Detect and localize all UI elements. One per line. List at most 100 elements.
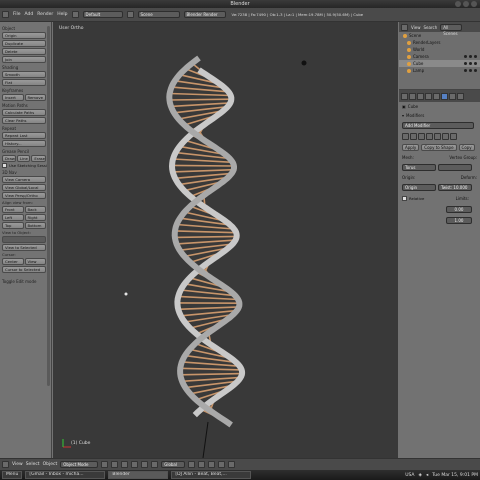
outliner-view-menu[interactable]: View (411, 25, 421, 30)
editor-type-icon[interactable] (2, 11, 9, 18)
editor-type-icon[interactable] (2, 461, 9, 468)
menu-add[interactable]: Add (25, 12, 34, 17)
outliner-search-menu[interactable]: Search (424, 25, 438, 30)
scene-icon[interactable] (126, 11, 134, 18)
render-engine-select[interactable]: Blender Render (183, 11, 226, 18)
modifier-view-icon[interactable] (418, 133, 425, 140)
front-button[interactable]: Front (2, 206, 24, 213)
minimize-button[interactable] (455, 1, 461, 7)
maximize-button[interactable] (463, 1, 469, 7)
translate-icon[interactable] (131, 461, 139, 468)
relative-checkbox[interactable]: Relative (402, 196, 424, 201)
vertex-group-field[interactable] (438, 164, 472, 171)
lamp-object[interactable] (301, 60, 307, 66)
taskbar-item-blender[interactable]: Blender (108, 471, 169, 479)
view-object-field[interactable] (2, 236, 46, 243)
modifier-close-icon[interactable] (450, 133, 457, 140)
join-button[interactable]: Join (2, 56, 46, 63)
taskbar-item-music[interactable]: [DJ Allin - Beat, Beat,... (171, 471, 252, 479)
clear-paths-button[interactable]: Clear Paths (2, 117, 46, 124)
cursor-center-button[interactable]: Center (2, 258, 24, 265)
menu-help[interactable]: Help (57, 12, 67, 17)
outliner-item[interactable]: Scene (399, 32, 480, 39)
add-modifier-select[interactable]: Add Modifier (402, 122, 474, 129)
layer-icon[interactable] (208, 461, 216, 468)
visibility-toggles[interactable] (464, 55, 480, 58)
world-tab-icon[interactable] (417, 92, 424, 100)
deform-mode-field[interactable]: Twist: 10.000 (438, 184, 472, 191)
volume-icon[interactable]: ◂ (426, 473, 428, 478)
calculate-paths-button[interactable]: Calculate Paths (2, 109, 46, 116)
menu-render[interactable]: Render (37, 12, 53, 17)
outliner-item[interactable]: Camera (399, 53, 480, 60)
keyboard-layout[interactable]: USA (405, 473, 414, 478)
visibility-toggles[interactable] (464, 69, 480, 72)
modifiers-tab-icon[interactable] (441, 92, 448, 100)
history-button[interactable]: History... (2, 140, 46, 147)
modifier-edit-icon[interactable] (426, 133, 433, 140)
constraints-tab-icon[interactable] (433, 92, 440, 100)
data-tab-icon[interactable] (449, 92, 456, 100)
view-persp-ortho-button[interactable]: View Persp/Ortho (2, 192, 46, 199)
origin-field[interactable]: Origin (402, 184, 436, 191)
taskbar-item-gmail[interactable]: [Gmail - Inbox - micha... (25, 471, 106, 479)
origin-button[interactable]: Origin (2, 32, 46, 39)
modifier-down-icon[interactable] (442, 133, 449, 140)
delete-button[interactable]: Delete (2, 48, 46, 55)
layout-icon[interactable] (71, 11, 79, 18)
outliner-item[interactable]: World (399, 46, 480, 53)
3d-cursor[interactable] (124, 292, 128, 296)
layer-icon[interactable] (198, 461, 206, 468)
scene-tab-icon[interactable] (409, 92, 416, 100)
outliner-filter-select[interactable]: All Scenes (440, 23, 463, 36)
tool-shelf-scrollbar[interactable] (47, 26, 50, 386)
right-button[interactable]: Right (24, 214, 46, 221)
scene-select[interactable]: Scene (137, 11, 180, 18)
mesh-field[interactable]: Torus (402, 164, 436, 171)
outliner-item[interactable]: RenderLayers (399, 39, 480, 46)
scale-icon[interactable] (151, 461, 159, 468)
limit-min-field[interactable]: 0.00 (446, 206, 472, 213)
clock[interactable]: Tue Mar 15, 9:01 PM (432, 473, 478, 478)
orientation-select[interactable]: Global (161, 461, 186, 468)
view-menu[interactable]: View (12, 462, 23, 467)
shading-icon[interactable] (101, 461, 109, 468)
left-button[interactable]: Left (2, 214, 24, 221)
mode-select[interactable]: Object Mode (60, 461, 99, 468)
modifiers-panel-header[interactable]: ▾ Modifiers (399, 111, 480, 120)
cursor-view-button[interactable]: View (24, 258, 46, 265)
material-tab-icon[interactable] (457, 92, 464, 100)
smooth-button[interactable]: Smooth (2, 71, 46, 78)
erase-button[interactable]: Erase (31, 155, 46, 162)
object-menu[interactable]: Object (43, 462, 58, 467)
outliner-item[interactable]: Cube (399, 60, 480, 67)
visibility-toggles[interactable] (464, 62, 480, 65)
bottom-button[interactable]: Bottom (24, 222, 46, 229)
menu-file[interactable]: File (13, 12, 21, 17)
modifier-render-icon[interactable] (410, 133, 417, 140)
copy-button[interactable]: Copy (458, 144, 475, 151)
snap-icon[interactable] (218, 461, 226, 468)
3d-viewport[interactable]: User Ortho (1) Cube (53, 22, 398, 458)
insert-keyframe-button[interactable]: Insert (2, 94, 24, 101)
object-tab-icon[interactable] (425, 92, 432, 100)
layout-select[interactable]: Default (82, 11, 123, 18)
render-tab-icon[interactable] (401, 92, 408, 100)
back-button[interactable]: Back (24, 206, 46, 213)
rotate-icon[interactable] (141, 461, 149, 468)
close-button[interactable] (471, 1, 477, 7)
render-preview-icon[interactable] (228, 461, 236, 468)
view-camera-button[interactable]: View Camera (2, 176, 46, 183)
repeat-last-button[interactable]: Repeat Last (2, 132, 46, 139)
view-to-selected-button[interactable]: View to Selected (2, 244, 46, 251)
layer-icon[interactable] (188, 461, 196, 468)
sketching-sessions-checkbox[interactable]: Use Sketching Sessi (2, 163, 49, 168)
modifier-up-icon[interactable] (434, 133, 441, 140)
pivot-icon[interactable] (111, 461, 119, 468)
manipulator-icon[interactable] (121, 461, 129, 468)
network-icon[interactable]: ◈ (419, 473, 422, 478)
outliner-item[interactable]: Lamp (399, 67, 480, 74)
cursor-to-selected-button[interactable]: Cursor to Selected (2, 266, 46, 273)
limit-max-field[interactable]: 1.00 (446, 217, 472, 224)
select-menu[interactable]: Select (26, 462, 40, 467)
